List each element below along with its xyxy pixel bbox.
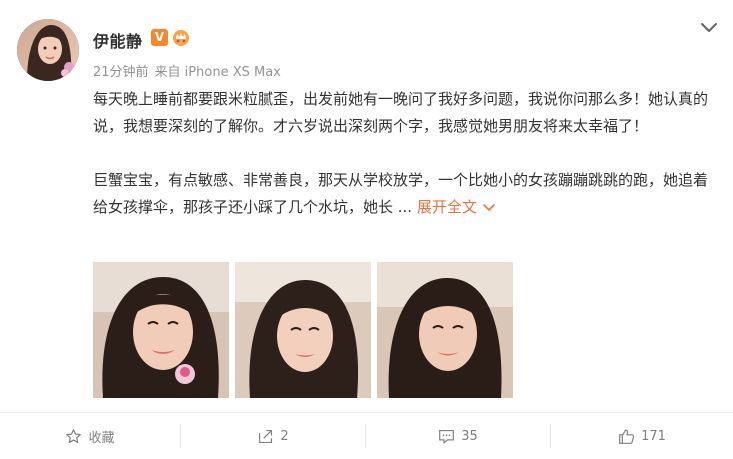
post-time[interactable]: 21分钟前 — [93, 65, 149, 80]
weibo-post-card: 伊能静 V 21分钟前 来自 iPhone XS Max 每天晚上睡前都要跟米粒腻… — [0, 0, 733, 459]
comment-count: 35 — [461, 428, 478, 444]
post-actions-bar: 收藏 2 35 171 — [0, 413, 733, 459]
author-name[interactable]: 伊能静 — [93, 28, 143, 52]
share-icon — [259, 429, 273, 443]
favorite-button[interactable]: 收藏 — [0, 413, 180, 459]
like-button[interactable]: 171 — [551, 413, 733, 459]
repost-count: 2 — [280, 428, 289, 444]
repost-button[interactable]: 2 — [181, 413, 365, 459]
star-icon — [66, 428, 82, 443]
favorite-label: 收藏 — [88, 430, 115, 446]
expand-label: 展开全文 — [416, 198, 477, 216]
author-avatar[interactable] — [17, 19, 79, 81]
post-paragraph-2: 巨蟹宝宝，有点敏感、非常善良，那天从学校放学，一个比她小的女孩蹦蹦跳跳的跑，她追… — [93, 167, 713, 221]
verified-badge: V — [151, 29, 168, 46]
expand-full-text-link[interactable]: 展开全文 — [417, 198, 495, 216]
chevron-down-icon[interactable] — [700, 20, 718, 34]
post-meta: 21分钟前 来自 iPhone XS Max — [93, 61, 287, 80]
post-content: 每天晚上睡前都要跟米粒腻歪，出发前她有一晚问了我好多问题，我说你问那么多！她认真… — [93, 86, 713, 221]
post-photo-3[interactable] — [377, 262, 513, 398]
member-crown-icon[interactable] — [171, 27, 191, 47]
like-count: 171 — [641, 428, 666, 444]
comment-button[interactable]: 35 — [366, 413, 550, 459]
post-paragraph-1: 每天晚上睡前都要跟米粒腻歪，出发前她有一晚问了我好多问题，我说你问那么多！她认真… — [93, 90, 709, 135]
post-paragraph-2-text: 巨蟹宝宝，有点敏感、非常善良，那天从学校放学，一个比她小的女孩蹦蹦跳跳的跑，她追… — [93, 171, 709, 216]
thumbs-up-icon — [619, 429, 635, 444]
chevron-down-icon — [483, 203, 495, 211]
post-photo-2[interactable] — [235, 262, 371, 398]
post-photo-1[interactable] — [93, 262, 229, 398]
comment-icon — [439, 429, 455, 443]
post-source: 来自 iPhone XS Max — [154, 65, 281, 80]
